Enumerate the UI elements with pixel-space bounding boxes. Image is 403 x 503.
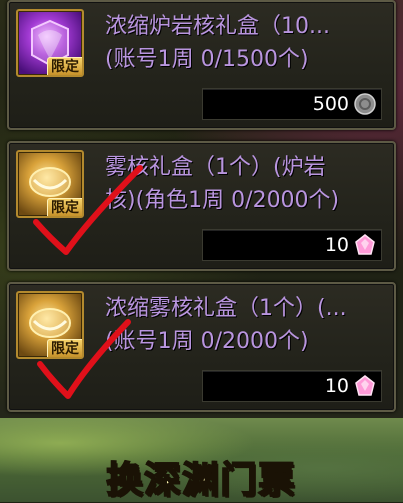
caption-text: 换深渊门票	[105, 459, 297, 502]
price-value: 10	[324, 375, 349, 397]
item-title: 浓缩雾核礼盒（1个）(... (账号1周 0/2000个)	[105, 292, 387, 358]
item-title-line2: (账号1周 0/1500个)	[105, 47, 309, 72]
price-value: 10	[324, 234, 349, 256]
item-title-line1: 雾核礼盒（1个）(炉岩	[105, 155, 326, 180]
item-title-line2: (账号1周 0/2000个)	[105, 329, 309, 354]
item-icon[interactable]: 限定	[16, 291, 84, 359]
item-title: 浓缩炉岩核礼盒（10... (账号1周 0/1500个)	[105, 10, 387, 76]
price-field: 10	[202, 229, 382, 261]
pink-gem-icon	[355, 234, 375, 255]
item-icon[interactable]: 限定	[16, 9, 84, 77]
item-title-line1: 浓缩炉岩核礼盒（10...	[105, 14, 330, 39]
item-title: 雾核礼盒（1个）(炉岩 核)(角色1周 0/2000个)	[105, 151, 387, 217]
shop-item-card[interactable]: 限定 浓缩雾核礼盒（1个）(... (账号1周 0/2000个) 10	[7, 282, 396, 412]
pink-gem-icon	[355, 375, 375, 396]
item-title-line2: 核)(角色1周 0/2000个)	[105, 188, 340, 213]
shop-item-card[interactable]: 限定 雾核礼盒（1个）(炉岩 核)(角色1周 0/2000个) 10	[7, 141, 396, 271]
limited-badge: 限定	[47, 57, 82, 75]
gray-coin-icon	[354, 93, 376, 115]
price-field: 10	[202, 370, 382, 402]
item-icon[interactable]: 限定	[16, 150, 84, 218]
price-field: 500	[202, 88, 382, 120]
price-value: 500	[312, 93, 349, 115]
limited-badge: 限定	[47, 339, 82, 357]
shop-item-card[interactable]: 限定 浓缩炉岩核礼盒（10... (账号1周 0/1500个) 500	[7, 0, 396, 130]
item-title-line1: 浓缩雾核礼盒（1个）(...	[105, 296, 347, 321]
limited-badge: 限定	[47, 198, 82, 216]
